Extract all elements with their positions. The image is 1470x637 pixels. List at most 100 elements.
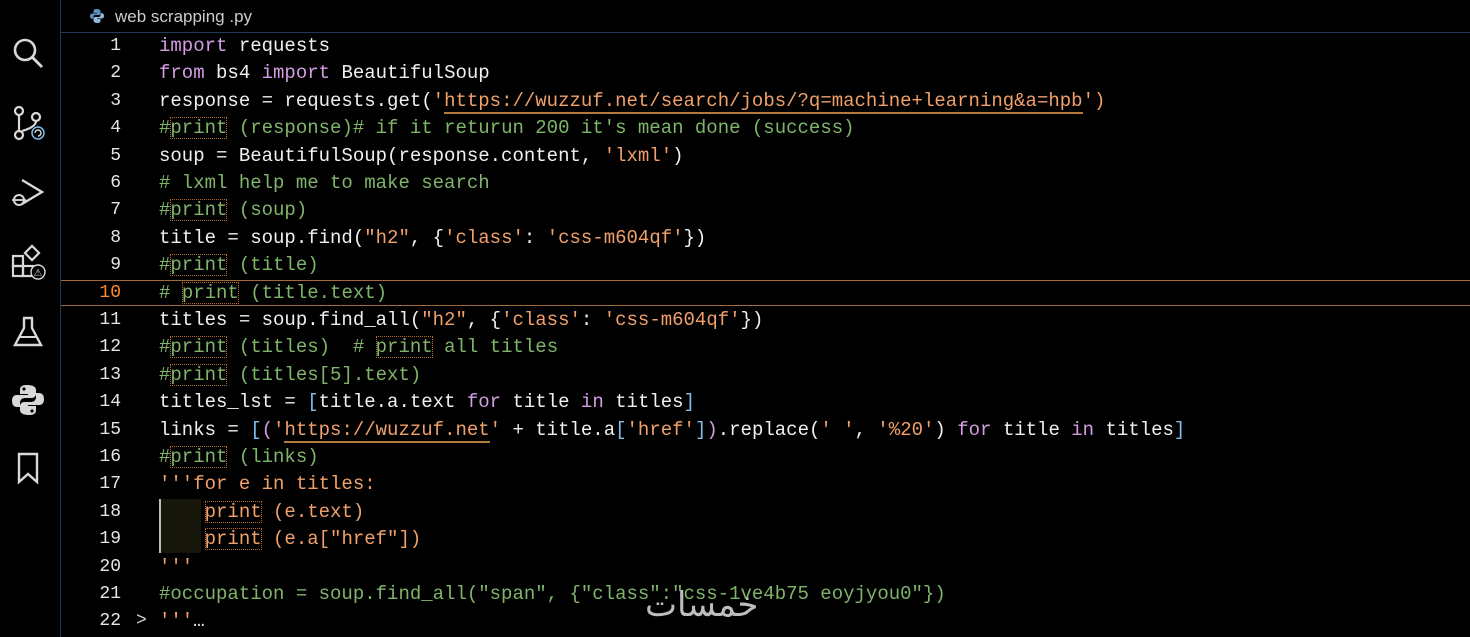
code-token: + title.a (501, 418, 616, 441)
code-token: requests (227, 35, 331, 57)
code-token: ' (273, 418, 285, 441)
code-token: in (580, 391, 604, 414)
code-token: 'lxml' (603, 144, 673, 167)
code-line[interactable]: 21 #occupation = soup.find_all("span", {"… (61, 581, 1470, 608)
code-token: print (170, 117, 228, 140)
testing-icon[interactable] (8, 312, 48, 352)
code-token: ) (672, 144, 684, 167)
line-number: 5 (110, 145, 121, 166)
line-number: 3 (110, 90, 121, 111)
code-token: import (159, 35, 228, 57)
code-token: # (159, 446, 171, 468)
code-token: 'css-m604qf' (546, 226, 684, 249)
line-number: 18 (99, 501, 121, 522)
code-line[interactable]: 18 print (e.text) (61, 498, 1470, 526)
python-icon[interactable] (8, 380, 48, 420)
code-line[interactable]: 3 response = requests.get('https://wuzzuf… (61, 88, 1470, 115)
code-token: (e.a["href"]) (261, 528, 422, 551)
code-token: }) (683, 226, 707, 249)
code-line[interactable]: 20 ''' (61, 554, 1470, 581)
svg-text:⚠: ⚠ (34, 268, 43, 279)
code-token: soup = BeautifulSoup(response.content, (159, 144, 604, 167)
code-line[interactable]: 5 soup = BeautifulSoup(response.content, … (61, 143, 1470, 170)
code-text: # print (title.text) (159, 281, 387, 305)
code-token: in (1071, 418, 1095, 441)
code-token: ') (1082, 89, 1106, 112)
code-line[interactable]: 2 from bs4 import BeautifulSoup (61, 60, 1470, 87)
code-token: title (501, 391, 581, 414)
code-token: titles = soup.find_all( (159, 309, 422, 331)
code-token: print (170, 446, 228, 468)
code-token: print (375, 336, 433, 359)
code-line[interactable]: 14 titles_lst = [title.a.text for title i… (61, 389, 1470, 416)
code-line[interactable]: 22 > '''… (61, 608, 1470, 635)
run-debug-icon[interactable] (8, 172, 48, 212)
code-token: #occupation = soup.find_all("span", {"cl… (159, 583, 946, 605)
code-text: title = soup.find("h2", {'class': 'css-m… (159, 225, 706, 252)
code-text: #print (titles) # print all titles (159, 334, 558, 361)
editor-tab[interactable]: web scrapping .py (61, 0, 1470, 33)
line-number: 11 (99, 310, 121, 330)
code-text: soup = BeautifulSoup(response.content, '… (159, 143, 684, 170)
code-line[interactable]: 11 titles = soup.find_all("h2", {'class':… (61, 307, 1470, 334)
line-number: 2 (110, 63, 121, 84)
code-line[interactable]: 6 # lxml help me to make search (61, 170, 1470, 197)
code-token: (e.text) (261, 500, 365, 523)
code-line[interactable]: 15 links = [('https://wuzzuf.net' + title… (61, 417, 1470, 444)
code-token: [ (250, 418, 262, 441)
code-line[interactable]: 10 # print (title.text) (61, 279, 1470, 306)
line-number: 12 (99, 337, 121, 358)
code-text: titles_lst = [title.a.text for title in … (159, 389, 695, 416)
code-token: # (159, 363, 171, 386)
watermark: خمسات (645, 585, 759, 625)
code-token: ] (694, 418, 707, 441)
code-token: print (204, 528, 262, 551)
code-text: response = requests.get('https://wuzzuf.… (159, 88, 1105, 115)
code-token: # (159, 336, 171, 359)
line-number: 20 (99, 556, 121, 577)
code-line[interactable]: 12 #print (titles) # print all titles (61, 334, 1470, 361)
activity-bar: ⚠ (0, 0, 61, 637)
code-token: , { (409, 226, 445, 249)
code-line[interactable]: 9 #print (title) (61, 252, 1470, 279)
code-line[interactable]: 7 #print (soup) (61, 197, 1470, 224)
code-text: print (e.text) (159, 499, 364, 526)
code-line[interactable]: 19 print (e.a["href"]) (61, 526, 1470, 554)
line-number: 4 (110, 118, 121, 139)
code-line[interactable]: 8 title = soup.find("h2", {'class': 'css-… (61, 225, 1470, 252)
code-editor[interactable]: 1 import requests 2 from bs4 import Beautif… (61, 33, 1470, 637)
code-line[interactable]: 17 '''for e in titles: (61, 471, 1470, 498)
code-line[interactable]: 13 #print (titles[5].text) (61, 362, 1470, 389)
code-line[interactable]: 4 #print (response)# if it returun 200 it… (61, 115, 1470, 142)
line-number: 21 (99, 584, 121, 604)
source-control-icon[interactable] (8, 103, 48, 143)
code-token: : (580, 309, 604, 331)
code-token: https://wuzzuf.net/search/jobs/?q=machin… (444, 89, 1083, 114)
code-text: titles = soup.find_all("h2", {'class': '… (159, 307, 763, 334)
code-text: ''' (159, 554, 193, 581)
bookmark-icon[interactable] (8, 448, 48, 488)
code-token: print (170, 363, 228, 386)
code-token: 'href' (626, 418, 695, 441)
code-text: #print (soup) (159, 197, 307, 224)
code-token: # (159, 199, 171, 222)
code-token: links = (159, 418, 251, 441)
code-token: print (204, 500, 262, 523)
code-token: print (170, 254, 228, 277)
code-token: title = soup.find( (159, 226, 365, 249)
code-line[interactable]: 1 import requests (61, 33, 1470, 60)
code-token: }) (740, 309, 764, 331)
search-icon[interactable] (8, 33, 48, 73)
code-text: print (e.a["href"]) (159, 526, 421, 553)
line-number: 16 (99, 447, 121, 467)
code-text: #print (title) (159, 252, 319, 279)
code-token: ( (261, 418, 274, 441)
fold-chevron-icon[interactable]: > (136, 608, 147, 635)
code-token: BeautifulSoup (330, 62, 490, 85)
code-token: (soup) (227, 199, 308, 222)
extensions-icon[interactable]: ⚠ (8, 242, 48, 282)
line-number: 8 (110, 227, 121, 248)
code-token: (links) (227, 446, 319, 468)
code-line[interactable]: 16 #print (links) (61, 444, 1470, 471)
